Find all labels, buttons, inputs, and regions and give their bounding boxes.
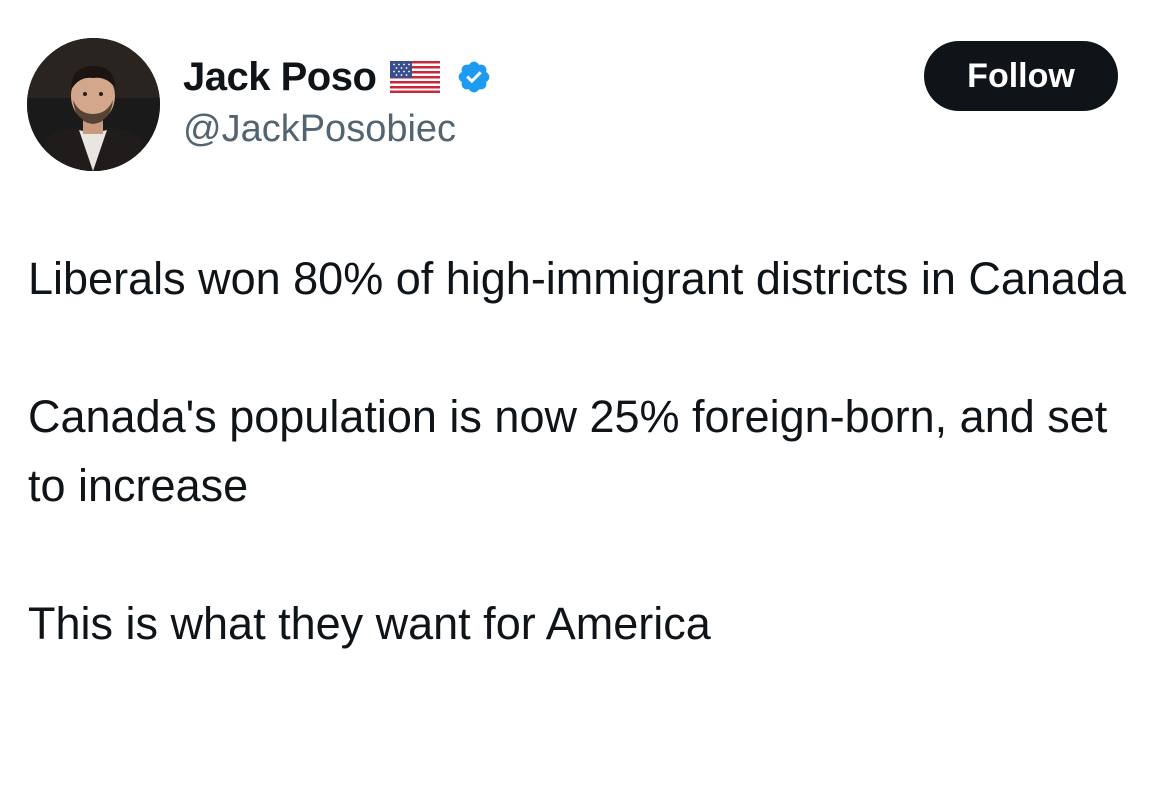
follow-button[interactable]: Follow [924, 41, 1118, 111]
tweet-paragraph: Canada's population is now 25% foreign-b… [28, 391, 1108, 511]
tweet-paragraph: This is what they want for America [28, 598, 711, 649]
tweet-text: Liberals won 80% of high-immigrant distr… [28, 244, 1143, 658]
avatar[interactable] [27, 38, 160, 171]
author-handle[interactable]: @JackPosobiec [183, 106, 492, 152]
verified-badge-icon[interactable] [456, 59, 492, 95]
name-row: Jack Poso [183, 52, 492, 102]
tweet-paragraph: Liberals won 80% of high-immigrant distr… [28, 253, 1127, 304]
us-flag-icon [390, 61, 441, 93]
author-info: Jack Poso @JackPosobiec [183, 52, 492, 152]
display-name[interactable]: Jack Poso [183, 52, 377, 102]
